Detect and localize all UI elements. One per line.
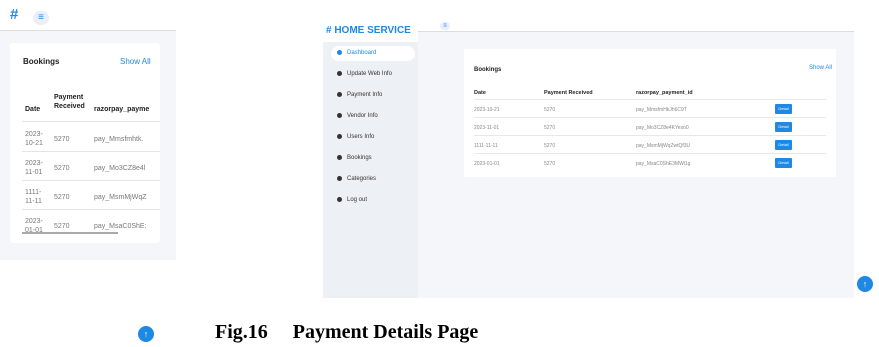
dashboard-icon (337, 196, 342, 202)
sidebar-item-dashboard[interactable]: Dashboard (331, 46, 415, 61)
column-header-razorpay-id: razorpay_payme (94, 106, 150, 113)
brand-logo[interactable]: # HOME SERVICE (323, 20, 421, 42)
cell-amount: 5270 (54, 223, 70, 230)
row-divider (474, 153, 826, 154)
cell-date: 1111-11-11 (25, 189, 42, 205)
sidebar-item-label: Payment Info (347, 92, 383, 98)
cell-payment-id: pay_Mo3CZ8e4KYeso0 (636, 125, 689, 131)
row-divider (474, 117, 826, 118)
show-all-link[interactable]: Show All (809, 65, 832, 71)
column-header-payment-received: Payment Received (54, 94, 85, 110)
column-header-payment-received: Payment Received (544, 90, 593, 96)
sidebar-item-payment-info[interactable]: Payment Info (331, 88, 415, 103)
sidebar-item-label: Bookings (347, 155, 372, 161)
column-header-date: Date (25, 106, 41, 113)
sidebar-item-vendor-info[interactable]: Vendor Info (331, 109, 415, 124)
detail-button[interactable]: Detail (775, 140, 792, 150)
column-header-razorpay-id: razorpay_payment_id (636, 90, 693, 96)
cell-payment-id: pay_MmsfmHkJh6C9T (636, 107, 687, 113)
show-all-link[interactable]: Show All (120, 57, 151, 66)
brand-hash-icon[interactable]: # (10, 6, 18, 23)
cell-payment-id: pay_MsaC0ShE3MWi1g (636, 161, 691, 167)
sidebar-item-categories[interactable]: Categories (331, 172, 415, 187)
cell-payment-id: pay_Mo3CZ8e4l (94, 165, 146, 172)
row-divider (22, 121, 160, 122)
row-divider (22, 151, 160, 152)
sidebar-item-label: Log out (347, 197, 368, 203)
dashboard-icon (337, 154, 342, 160)
sidebar-item-log-out[interactable]: Log out (331, 193, 415, 208)
cell-amount: 5270 (544, 143, 556, 149)
sidebar-item-label: Dashboard (347, 50, 377, 56)
cell-amount: 5270 (544, 161, 556, 167)
dashboard-icon (337, 70, 342, 76)
sidebar-item-label: Categories (347, 176, 377, 182)
cell-amount: 5270 (544, 107, 556, 113)
sidebar-item-label: Update Web Info (347, 71, 392, 77)
cell-payment-id: pay_MsaC0ShE: (94, 223, 147, 230)
detail-button[interactable]: Detail (775, 158, 792, 168)
row-divider (474, 135, 826, 136)
sidebar-item-label: Users Info (347, 134, 375, 140)
sidebar-item-update-web-info[interactable]: Update Web Info (331, 67, 415, 82)
row-divider (22, 209, 160, 210)
cell-amount: 5270 (544, 125, 556, 131)
scroll-to-top-icon[interactable]: ↑ (138, 326, 154, 342)
cell-date: 2023-10-21 (474, 107, 500, 113)
menu-toggle-icon[interactable]: ≡ (440, 22, 450, 30)
bookings-card: Bookings Show All Date Payment Received … (464, 49, 836, 177)
cell-amount: 5270 (54, 194, 70, 201)
dashboard-icon (337, 49, 342, 55)
sidebar-item-users-info[interactable]: Users Info (331, 130, 415, 145)
cell-date: 2023-11-01 (474, 125, 500, 131)
row-divider (22, 180, 160, 181)
sidebar: Dashboard Update Web Info Payment Info V… (323, 42, 418, 298)
card-title: Bookings (23, 57, 60, 66)
sidebar-item-bookings[interactable]: Bookings (331, 151, 415, 166)
detail-button[interactable]: Detail (775, 104, 792, 114)
column-header-date: Date (474, 90, 486, 96)
cell-date: 2023-01-01 (474, 161, 500, 167)
main-content: Bookings Show All Date Payment Received … (418, 32, 854, 298)
cell-payment-id: pay_MsmMjWqZ (94, 194, 147, 201)
cell-payment-id: pay_MsmMjWqZwtQf3U (636, 143, 691, 149)
cell-payment-id: pay_Mmsfmhtk. (94, 136, 144, 143)
menu-toggle-icon[interactable]: ≡ (33, 11, 49, 25)
mobile-view: # ≡ Bookings Show All Date Payment Recei… (0, 0, 176, 260)
dashboard-icon (337, 112, 342, 118)
desktop-view: # HOME SERVICE Dashboard Update Web Info… (323, 20, 854, 298)
scroll-to-top-icon[interactable]: ↑ (857, 276, 873, 292)
horizontal-scrollbar[interactable] (22, 232, 118, 234)
card-title: Bookings (474, 67, 502, 73)
sidebar-item-label: Vendor Info (347, 113, 378, 119)
cell-amount: 5270 (54, 136, 70, 143)
dashboard-icon (337, 133, 342, 139)
bookings-card: Bookings Show All Date Payment Received … (10, 43, 160, 243)
cell-date: 2023-11-01 (25, 160, 43, 176)
dashboard-icon (337, 91, 342, 97)
row-divider (474, 99, 826, 100)
detail-button[interactable]: Detail (775, 122, 792, 132)
dashboard-icon (337, 175, 342, 181)
cell-amount: 5270 (54, 165, 70, 172)
figure-caption: Fig.16 Payment Details Page (215, 321, 479, 343)
mobile-topbar: # ≡ (0, 0, 176, 28)
desktop-topbar: ≡ (418, 20, 854, 31)
cell-date: 2023-10-21 (25, 131, 43, 147)
cell-date: 1111-11-11 (474, 143, 498, 149)
